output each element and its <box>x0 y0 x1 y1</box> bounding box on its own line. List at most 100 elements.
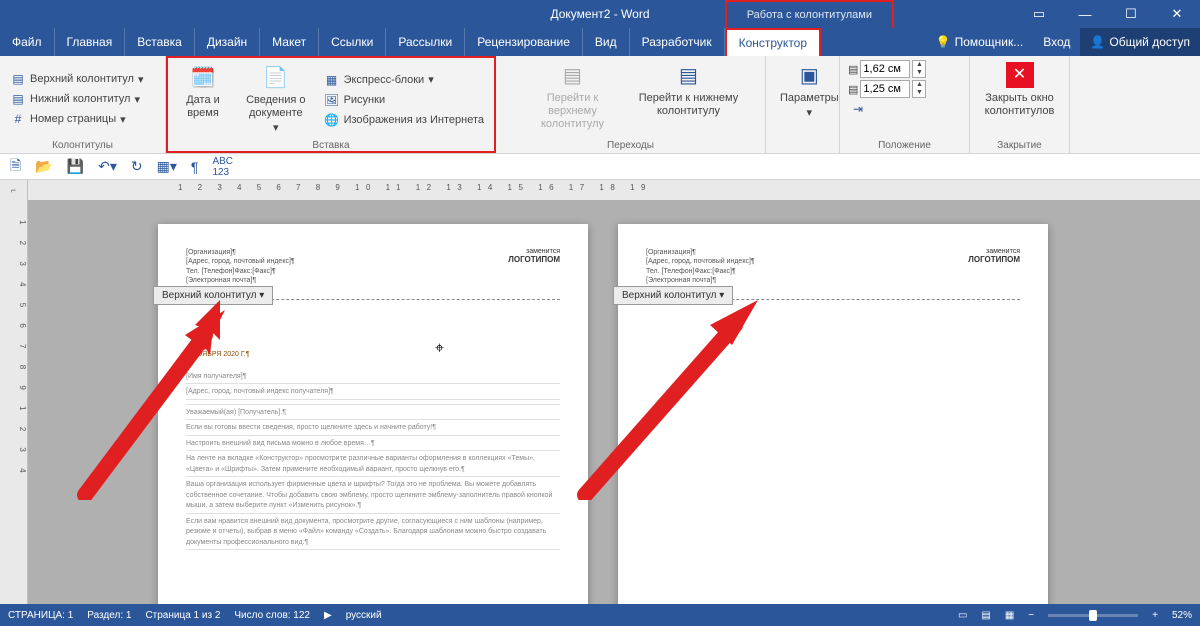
paragraph-icon[interactable]: ¶ <box>191 159 199 175</box>
pagenum-icon: # <box>10 111 26 127</box>
table-icon[interactable]: ▦▾ <box>157 158 177 175</box>
logo-placeholder[interactable]: заменитсяЛОГОТИПОМ <box>508 248 560 264</box>
header-field[interactable]: [Электронная почта]¶ <box>646 276 1020 285</box>
header-button[interactable]: ▤Верхний колонтитул ▾ <box>8 70 145 88</box>
header-top-input[interactable] <box>860 60 910 78</box>
undo-icon[interactable]: ↶▾ <box>98 158 117 175</box>
close-icon[interactable]: ✕ <box>1154 0 1200 28</box>
ruler-horizontal: ⌐ 1 2 3 4 5 6 7 8 9 10 11 12 13 14 15 16… <box>0 180 1200 200</box>
tab-view[interactable]: Вид <box>583 28 630 56</box>
quickparts-button[interactable]: ▦Экспресс-блоки ▾ <box>322 71 486 89</box>
margin-bottom-icon: ▤ <box>848 83 858 96</box>
tab-insert[interactable]: Вставка <box>125 28 195 56</box>
header-field[interactable]: [Организация]¶ <box>186 248 560 257</box>
quick-access-toolbar: 🗎 📂 💾 ↶▾ ↻ ▦▾ ¶ ABC123 <box>0 154 1200 180</box>
group-options: ▣ Параметры▾ <box>766 56 840 153</box>
tab-align-icon: ⇥ <box>850 101 866 117</box>
footer-bottom-spin[interactable]: ▤ ▲▼ <box>848 80 926 98</box>
tab-constructor[interactable]: Конструктор <box>725 28 821 56</box>
status-section[interactable]: Раздел: 1 <box>87 610 131 621</box>
quickparts-icon: ▦ <box>324 72 340 88</box>
letter-line: Уважаемый(ая) [Получатель].¶ <box>186 405 560 421</box>
tab-file[interactable]: Файл <box>0 28 55 56</box>
docinfo-button[interactable]: 📄 Сведения о документе▾ <box>234 62 318 138</box>
tab-review[interactable]: Рецензирование <box>465 28 583 56</box>
header-top-spin[interactable]: ▤▲▼ <box>848 60 926 78</box>
ruler-corner: ⌐ <box>0 180 28 200</box>
header-field[interactable]: Тел. [Телефон]Факс:[Факс]¶ <box>186 267 560 276</box>
tell-me[interactable]: 💡Помощник... <box>926 28 1034 56</box>
datetime-icon: 🗓️ <box>187 64 219 92</box>
login-button[interactable]: Вход <box>1033 28 1080 56</box>
spinner-arrows[interactable]: ▲▼ <box>912 60 926 78</box>
status-language[interactable]: русский <box>346 610 382 621</box>
redo-icon[interactable]: ↻ <box>131 158 143 175</box>
new-doc-icon[interactable]: 🗎 <box>10 155 21 179</box>
minimize-icon[interactable]: — <box>1062 0 1108 28</box>
goto-footer-icon: ▤ <box>673 62 705 90</box>
header-field[interactable]: [Электронная почта]¶ <box>186 276 560 285</box>
tab-layout[interactable]: Макет <box>260 28 319 56</box>
chevron-down-icon: ▾ <box>273 122 279 135</box>
letter-line: Если вам нравится внешний вид документа,… <box>186 514 560 551</box>
goto-header-icon: ▤ <box>557 62 589 90</box>
open-icon[interactable]: 📂 <box>35 158 52 175</box>
group-close: ✕ Закрыть окно колонтитулов Закрытие <box>970 56 1070 153</box>
header-icon: ▤ <box>10 71 26 87</box>
footer-button[interactable]: ▤Нижний колонтитул ▾ <box>8 90 145 108</box>
footer-bottom-input[interactable] <box>860 80 910 98</box>
header-field[interactable]: Тел. [Телефон]Факс:[Факс]¶ <box>646 267 1020 276</box>
group-insert: 🗓️ Дата и время 📄 Сведения о документе▾ … <box>166 56 496 153</box>
zoom-in-icon[interactable]: + <box>1152 610 1158 621</box>
tab-references[interactable]: Ссылки <box>319 28 386 56</box>
zoom-out-icon[interactable]: − <box>1028 610 1034 621</box>
group-label: Вставка <box>176 138 486 151</box>
letter-line: Настроить внешний вид письма можно в люб… <box>186 436 560 452</box>
header-field[interactable]: [Адрес, город, почтовый индекс]¶ <box>186 257 560 266</box>
options-button[interactable]: ▣ Параметры▾ <box>774 60 845 122</box>
view-read-icon[interactable]: ▭ <box>958 610 967 621</box>
save-icon[interactable]: 💾 <box>67 158 84 175</box>
letter-line: [Имя получателя]¶ <box>186 369 560 385</box>
online-pictures-button[interactable]: 🌐Изображения из Интернета <box>322 111 486 129</box>
logo-placeholder[interactable]: заменитсяЛОГОТИПОМ <box>968 248 1020 264</box>
status-page[interactable]: СТРАНИЦА: 1 <box>8 610 73 621</box>
abc-icon[interactable]: ABC123 <box>212 156 233 178</box>
zoom-level[interactable]: 52% <box>1172 610 1192 621</box>
status-words[interactable]: Число слов: 122 <box>234 610 310 621</box>
spinner-arrows[interactable]: ▲▼ <box>912 80 926 98</box>
header-label-tab: Верхний колонтитул ▾ <box>153 286 273 305</box>
letter-body: 2 НОЯБРЯ 2020 Г.¶ [Имя получателя]¶ [Адр… <box>186 350 560 550</box>
group-label: Колонтитулы <box>8 138 157 151</box>
pictures-icon: 🖼 <box>324 92 340 108</box>
datetime-button[interactable]: 🗓️ Дата и время <box>176 62 230 122</box>
goto-footer-button[interactable]: ▤ Перейти к нижнему колонтитулу <box>633 60 745 120</box>
header-field[interactable]: [Организация]¶ <box>646 248 1020 257</box>
maximize-icon[interactable]: ☐ <box>1108 0 1154 28</box>
insert-align-tab[interactable]: ⇥ <box>848 100 926 118</box>
zoom-slider[interactable] <box>1048 614 1138 617</box>
chevron-down-icon: ▾ <box>428 73 434 86</box>
tab-design[interactable]: Дизайн <box>195 28 260 56</box>
ruler-vertical: 1 2 3 4 5 6 7 8 9 1 2 3 4 <box>0 200 28 604</box>
ribbon-options-icon[interactable]: ▭ <box>1016 0 1062 28</box>
close-header-footer-button[interactable]: ✕ Закрыть окно колонтитулов <box>978 60 1061 120</box>
header-field[interactable]: [Адрес, город, почтовый индекс]¶ <box>646 257 1020 266</box>
page-number-button[interactable]: #Номер страницы ▾ <box>8 110 145 128</box>
ruler-ticks: 1 2 3 4 5 6 7 8 9 10 11 12 13 14 15 16 1… <box>178 183 652 192</box>
status-pages[interactable]: Страница 1 из 2 <box>145 610 220 621</box>
share-button[interactable]: 👤Общий доступ <box>1080 28 1200 56</box>
document-area: 1 2 3 4 5 6 7 8 9 1 2 3 4 [Организация]¶… <box>0 200 1200 604</box>
view-web-icon[interactable]: ▦ <box>1005 610 1014 621</box>
view-print-icon[interactable]: ▤ <box>981 610 990 621</box>
tab-mailings[interactable]: Рассылки <box>386 28 465 56</box>
status-macro-icon[interactable]: ▶ <box>324 610 332 621</box>
goto-header-button[interactable]: ▤ Перейти к верхнему колонтитулу <box>517 60 629 134</box>
tab-home[interactable]: Главная <box>55 28 126 56</box>
chevron-down-icon: ▾ <box>120 113 126 126</box>
page-1[interactable]: [Организация]¶ [Адрес, город, почтовый и… <box>158 224 588 604</box>
header-label-tab: Верхний колонтитул ▾ <box>613 286 733 305</box>
tab-developer[interactable]: Разработчик <box>630 28 725 56</box>
pictures-button[interactable]: 🖼Рисунки <box>322 91 486 109</box>
page-2[interactable]: [Организация]¶ [Адрес, город, почтовый и… <box>618 224 1048 604</box>
